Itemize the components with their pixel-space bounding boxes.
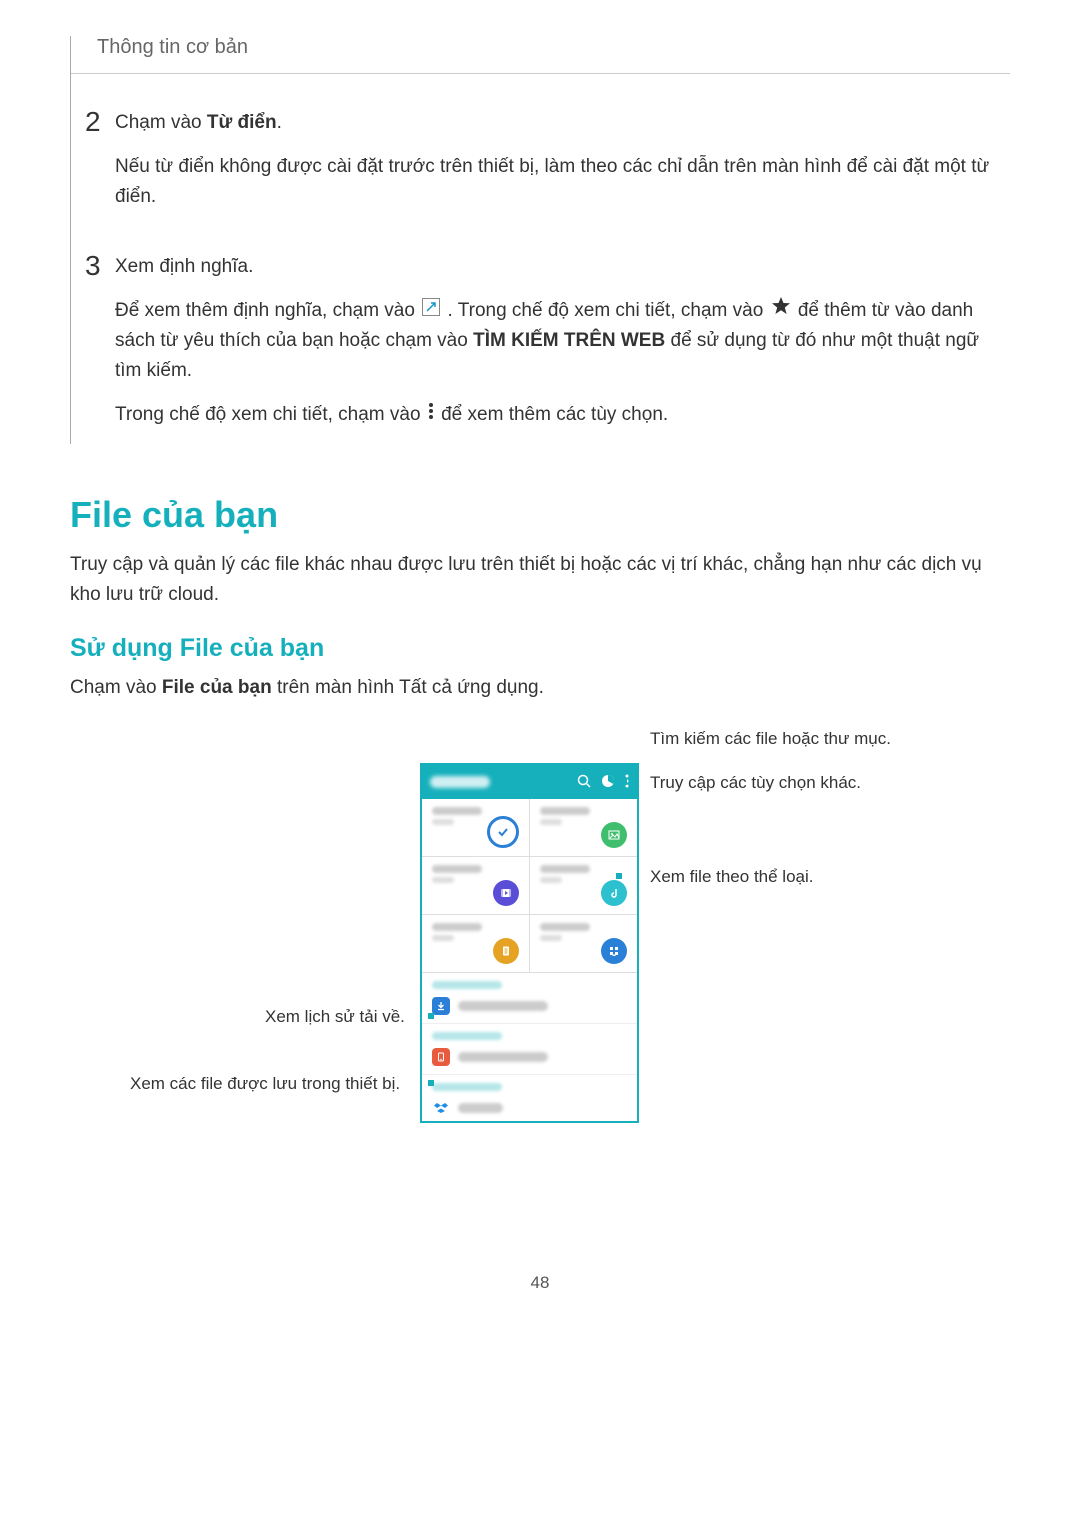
downloaded-icon (601, 938, 627, 964)
download-history-section (422, 973, 637, 1024)
section-title: File của bạn (70, 494, 1010, 536)
phone-mockup (420, 763, 639, 1123)
callout-device: Xem các file được lưu trong thiết bị. (130, 1074, 400, 1094)
step3-para3-b: để xem thêm các tùy chọn. (441, 404, 668, 425)
callout-search: Tìm kiếm các file hoặc thư mục. (650, 729, 891, 749)
callout-download: Xem lịch sử tải về. (265, 1007, 405, 1027)
section-desc: Truy cập và quản lý các file khác nhau đ… (70, 550, 1010, 610)
callout-category: Xem file theo thể loại. (650, 867, 813, 887)
step2-text-pre: Chạm vào (115, 112, 207, 133)
step3-para3-a: Trong chế độ xem chi tiết, chạm vào (115, 404, 426, 425)
recent-icon (487, 816, 519, 848)
sub-desc-pre: Chạm vào (70, 677, 162, 698)
download-icon (432, 997, 450, 1015)
cloud-storage-section (422, 1075, 637, 1121)
dropbox-icon (432, 1099, 450, 1117)
step2-para2: Nếu từ điển không được cài đặt trước trê… (115, 152, 1010, 212)
step3-para2-a: Để xem thêm định nghĩa, chạm vào (115, 300, 420, 321)
device-icon (432, 1048, 450, 1066)
download-history-item[interactable] (432, 997, 627, 1015)
step3-para2-b: . Trong chế độ xem chi tiết, chạm vào (448, 300, 769, 321)
step2-bold: Từ điển (207, 112, 277, 133)
category-documents[interactable] (422, 915, 530, 973)
subsection-title: Sử dụng File của bạn (70, 634, 1010, 663)
app-bar (422, 765, 637, 799)
sub-desc-post: trên màn hình Tất cả ứng dụng. (272, 677, 544, 698)
step-number: 2 (85, 108, 115, 226)
category-recent[interactable] (422, 799, 530, 857)
documents-icon (493, 938, 519, 964)
step-2: 2 Chạm vào Từ điển. Nếu từ điển không đư… (71, 108, 1010, 226)
step3-line1: Xem định nghĩa. (115, 252, 1010, 282)
category-audio[interactable] (530, 857, 638, 915)
pie-icon[interactable] (601, 774, 615, 791)
sub-desc-bold: File của bạn (162, 677, 272, 698)
category-grid (422, 799, 637, 973)
step-number: 3 (85, 252, 115, 444)
step2-text-post: . (277, 112, 282, 133)
videos-icon (493, 880, 519, 906)
figure: Tìm kiếm các file hoặc thư mục. Truy cập… (70, 733, 1010, 1223)
local-storage-section (422, 1024, 637, 1075)
device-storage-item[interactable] (432, 1048, 627, 1066)
step3-para2-bold: TÌM KIẾM TRÊN WEB (473, 330, 665, 351)
images-icon (601, 822, 627, 848)
search-icon[interactable] (577, 774, 591, 791)
more-vert-icon (428, 400, 434, 430)
expand-icon (422, 296, 440, 326)
cloud-item[interactable] (432, 1099, 627, 1117)
breadcrumb: Thông tin cơ bản (71, 36, 1010, 74)
category-downloaded[interactable] (530, 915, 638, 973)
callout-options: Truy cập các tùy chọn khác. (650, 773, 861, 793)
app-title-blur (430, 776, 490, 788)
audio-icon (601, 880, 627, 906)
step-3: 3 Xem định nghĩa. Để xem thêm định nghĩa… (71, 252, 1010, 444)
category-images[interactable] (530, 799, 638, 857)
category-videos[interactable] (422, 857, 530, 915)
star-icon (771, 296, 791, 326)
page-number: 48 (70, 1273, 1010, 1293)
